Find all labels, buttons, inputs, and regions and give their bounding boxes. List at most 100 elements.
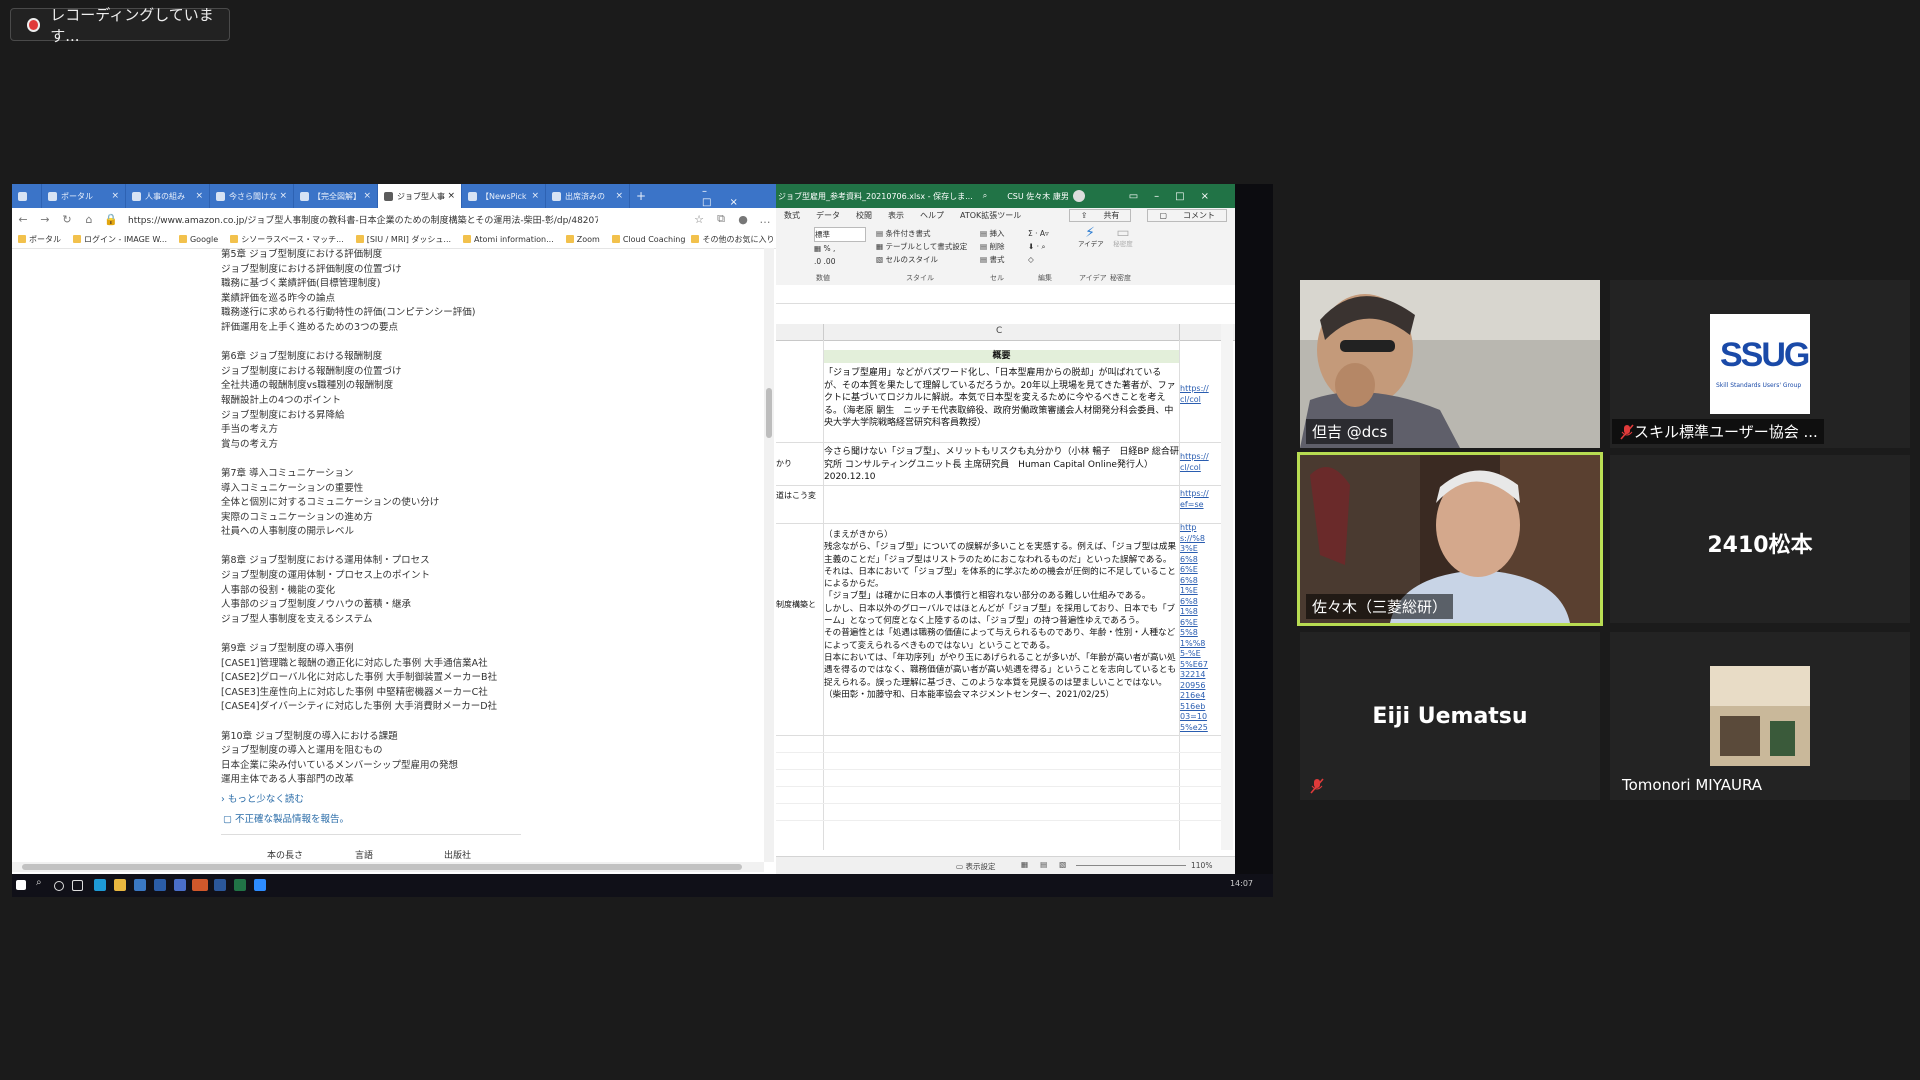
tab-atok[interactable]: ATOK拡張ツール [960, 210, 1021, 221]
browser-tab[interactable]: 今さら聞けな × [210, 184, 294, 208]
bookmark-item[interactable]: Atomi information... [463, 235, 554, 244]
formula-bar[interactable] [776, 285, 1235, 304]
search-icon[interactable]: ⌕ [983, 191, 987, 201]
close-icon[interactable]: × [531, 191, 539, 201]
hyperlink-cell[interactable]: https://ef=se [1180, 489, 1210, 519]
ideas-button[interactable]: ⚡ アイデア [1078, 226, 1104, 248]
tab-data[interactable]: データ [816, 210, 840, 221]
participant-tile[interactable]: Eiji Uematsu [1300, 632, 1600, 800]
share-button[interactable]: ⇪ 共有 [1068, 209, 1132, 222]
delete-button[interactable]: ▤ 削除 [980, 240, 1004, 253]
edge-icon[interactable] [94, 879, 106, 891]
comment-button[interactable]: ▢ コメント [1147, 209, 1227, 222]
task-view-icon[interactable] [72, 880, 83, 891]
close-icon[interactable]: × [111, 191, 119, 201]
tab-formulas[interactable]: 数式 [784, 210, 800, 221]
tab-review[interactable]: 校閲 [856, 210, 872, 221]
insert-button[interactable]: ▤ 挿入 [980, 227, 1004, 240]
window-controls[interactable]: –□× [702, 186, 776, 208]
row-label[interactable]: 制度構築と [776, 599, 821, 610]
recording-indicator[interactable]: レコーディングしています... [10, 6, 230, 45]
bookmark-item[interactable]: シソーラスベース・マッチ... [230, 234, 344, 245]
display-settings-button[interactable]: ▭ 表示設定 [956, 861, 995, 872]
zoom-level[interactable]: 110% [1191, 861, 1212, 870]
favorite-star-icon[interactable]: ☆ [688, 213, 710, 226]
browser-tab[interactable]: ポータル × [42, 184, 126, 208]
hyperlink-cell[interactable]: https://cl/col [1180, 384, 1210, 414]
tab-actions-button[interactable] [12, 184, 42, 208]
new-tab-button[interactable]: + [630, 184, 658, 208]
bookmark-item[interactable]: ログイン - IMAGE W... [73, 234, 167, 245]
bookmark-item[interactable]: [SIU / MRI] ダッシュ... [355, 234, 451, 245]
zoom-app-icon[interactable] [254, 879, 266, 891]
browser-tab[interactable]: 【NewsPick × [462, 184, 546, 208]
close-icon[interactable]: × [447, 191, 455, 201]
collections-icon[interactable]: ⧉ [710, 212, 732, 226]
clear-icon[interactable]: ◇ [1028, 253, 1049, 266]
bookmark-item[interactable]: Zoom [565, 235, 600, 244]
tab-help[interactable]: ヘルプ [920, 210, 944, 221]
outlook-icon[interactable] [154, 879, 166, 891]
cell-styles-button[interactable]: ▧ セルのスタイル [876, 253, 967, 266]
format-button[interactable]: ▤ 書式 [980, 253, 1004, 266]
fill-icon[interactable]: ⬇ · ⌕ [1028, 240, 1049, 253]
summary-cell[interactable]: 「ジョブ型雇用」などがバズワード化し、「日本型雇用からの脱却」が叫ばれているが、… [824, 367, 1179, 430]
read-less-link[interactable]: › もっと少なく読む [221, 793, 304, 808]
mail-icon[interactable] [134, 879, 146, 891]
header-cell[interactable]: 概要 [824, 350, 1179, 363]
vertical-scrollbar[interactable] [764, 248, 774, 862]
close-icon[interactable]: × [195, 191, 203, 201]
participant-tile[interactable]: Tomonori MIYAURA [1610, 632, 1910, 800]
zoom-slider[interactable] [1076, 865, 1186, 866]
view-buttons[interactable]: ▦▤▧ [1021, 860, 1078, 869]
back-icon[interactable]: ← [12, 213, 34, 226]
decimal-icon[interactable]: .0 .00 [814, 255, 866, 268]
close-icon[interactable]: × [279, 191, 287, 201]
summary-cell[interactable]: 今さら聞けない「ジョブ型」、メリットもリスクも丸分かり（小林 暢子 日経BP 総… [824, 446, 1179, 484]
participant-tile[interactable]: 但吉 @dcs [1300, 280, 1600, 448]
row-label[interactable]: 道はこう変 [776, 490, 821, 501]
scroll-thumb[interactable] [766, 388, 772, 438]
column-c-header[interactable]: C [996, 326, 1002, 336]
browser-tab[interactable]: 人事の組み × [126, 184, 210, 208]
word-icon[interactable] [214, 879, 226, 891]
excel-icon[interactable] [234, 879, 246, 891]
participant-tile[interactable]: 2410松本 [1610, 455, 1910, 623]
more-menu-icon[interactable]: … [754, 213, 776, 226]
report-link[interactable]: ▢ 不正確な製品情報を報告。 [223, 813, 349, 828]
hyperlink-cell[interactable]: https://cl/col [1180, 452, 1210, 482]
browser-tab-active[interactable]: ジョブ型人事 × [378, 184, 462, 208]
url-input[interactable]: https://www.amazon.co.jp/ジョブ型人事制度の教科書-日本… [128, 213, 598, 226]
number-format-select[interactable]: 標準 [814, 227, 866, 242]
refresh-icon[interactable]: ↻ [56, 213, 78, 226]
close-icon[interactable]: × [615, 191, 623, 201]
bookmark-item[interactable]: ポータル [18, 234, 61, 245]
hyperlink-cell[interactable]: https://%83%E6%86%E6%81%E6%81%86%E5%81%%… [1180, 523, 1210, 733]
scroll-thumb[interactable] [22, 864, 742, 870]
close-icon[interactable]: × [363, 191, 371, 201]
bookmark-item[interactable]: Cloud Coaching [611, 235, 685, 244]
worksheet-grid[interactable]: 概要 「ジョブ型雇用」などがバズワード化し、「日本型雇用からの脱却」が叫ばれてい… [776, 340, 1221, 850]
browser-tab[interactable]: 【完全図解】 × [294, 184, 378, 208]
start-icon[interactable] [16, 880, 26, 890]
summary-cell[interactable]: （まえがきから） 残念ながら、「ジョブ型」についての誤解が多いことを実感する。例… [824, 529, 1179, 701]
search-icon[interactable]: ⌕ [36, 877, 42, 889]
tab-view[interactable]: 表示 [888, 210, 904, 221]
forward-icon[interactable]: → [34, 213, 56, 226]
home-icon[interactable]: ⌂ [78, 213, 100, 226]
cortana-icon[interactable] [54, 881, 64, 891]
sensitivity-button[interactable]: ▭ 秘密度 [1111, 226, 1135, 248]
bookmark-item[interactable]: Google [178, 235, 218, 244]
participant-tile-active-speaker[interactable]: 佐々木（三菱総研） [1297, 452, 1603, 626]
teams-icon[interactable] [174, 879, 186, 891]
window-controls[interactable]: ▭–□× [1129, 191, 1225, 202]
percent-icon[interactable]: ▦ % , [814, 242, 866, 255]
browser-tab[interactable]: 出席済みの × [546, 184, 630, 208]
conditional-format-button[interactable]: ▤ 条件付き書式 [876, 227, 967, 240]
powerpoint-icon[interactable] [192, 879, 208, 891]
vertical-scrollbar[interactable] [1221, 324, 1233, 850]
avatar[interactable] [1072, 190, 1085, 202]
profile-avatar[interactable]: ● [732, 213, 754, 226]
horizontal-scrollbar[interactable] [12, 862, 764, 872]
sum-icon[interactable]: Σ · A▿ [1028, 227, 1049, 240]
